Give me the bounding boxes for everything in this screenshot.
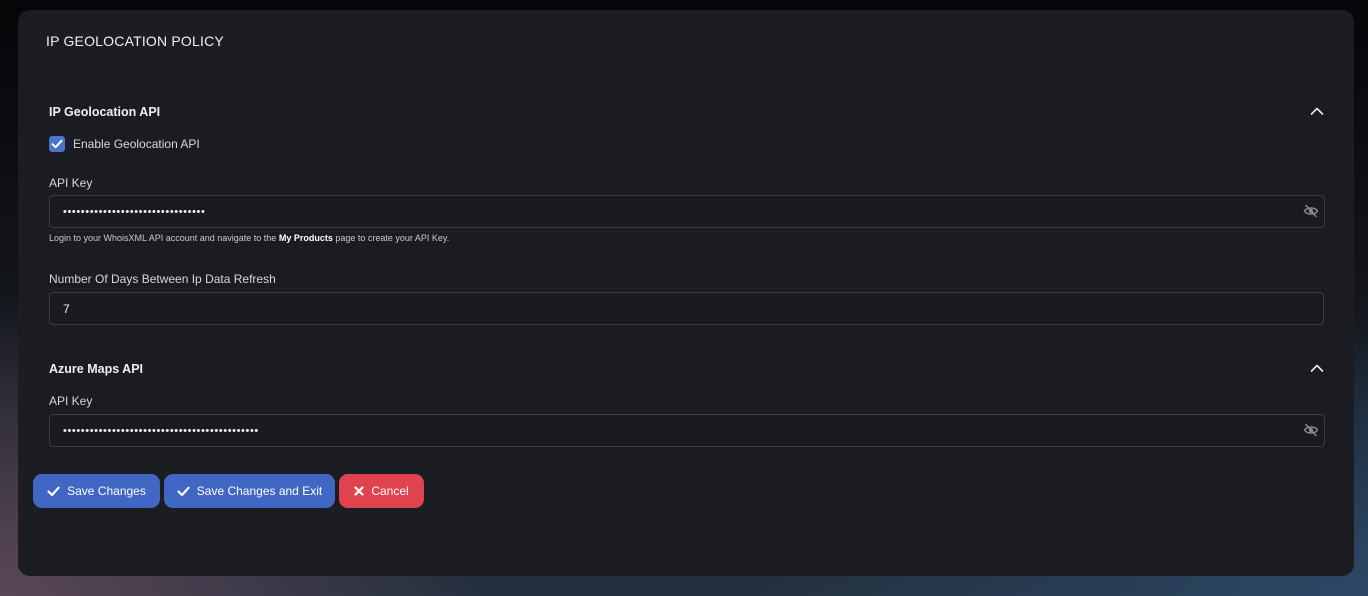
geolocation-api-key-input[interactable] bbox=[49, 195, 1325, 228]
enable-geolocation-row[interactable]: Enable Geolocation API bbox=[49, 136, 200, 152]
check-icon bbox=[177, 486, 190, 496]
cancel-button[interactable]: Cancel bbox=[339, 474, 424, 508]
enable-geolocation-label: Enable Geolocation API bbox=[73, 137, 200, 151]
chevron-up-icon[interactable] bbox=[1310, 106, 1324, 116]
azure-api-key-input[interactable] bbox=[49, 414, 1325, 447]
refresh-days-label: Number Of Days Between Ip Data Refresh bbox=[49, 272, 276, 286]
geolocation-section: IP Geolocation API Enable Geolocation AP… bbox=[32, 90, 1338, 342]
save-changes-exit-button[interactable]: Save Changes and Exit bbox=[164, 474, 335, 508]
check-icon bbox=[47, 486, 60, 496]
api-key-help-text: Login to your WhoisXML API account and n… bbox=[49, 233, 449, 243]
geolocation-api-key-label: API Key bbox=[49, 176, 93, 190]
cancel-label: Cancel bbox=[371, 484, 409, 498]
azure-section-title: Azure Maps API bbox=[49, 362, 144, 376]
help-text-suffix: page to create your API Key. bbox=[335, 233, 450, 243]
geolocation-section-title: IP Geolocation API bbox=[49, 105, 161, 119]
enable-geolocation-checkbox[interactable] bbox=[49, 136, 65, 152]
save-changes-label: Save Changes bbox=[67, 484, 146, 498]
close-icon bbox=[354, 486, 364, 496]
refresh-days-input[interactable] bbox=[49, 292, 1324, 325]
eye-slash-icon[interactable] bbox=[1303, 423, 1319, 437]
azure-api-key-label: API Key bbox=[49, 394, 93, 408]
azure-section: Azure Maps API API Key bbox=[32, 348, 1338, 462]
save-changes-exit-label: Save Changes and Exit bbox=[196, 484, 323, 498]
page-title: IP GEOLOCATION POLICY bbox=[46, 33, 224, 49]
save-changes-button[interactable]: Save Changes bbox=[33, 474, 160, 508]
eye-slash-icon[interactable] bbox=[1303, 204, 1319, 218]
chevron-up-icon[interactable] bbox=[1310, 363, 1324, 373]
my-products-link[interactable]: My Products bbox=[279, 233, 333, 243]
help-text-prefix: Login to your WhoisXML API account and n… bbox=[49, 233, 277, 243]
check-icon bbox=[51, 139, 63, 149]
